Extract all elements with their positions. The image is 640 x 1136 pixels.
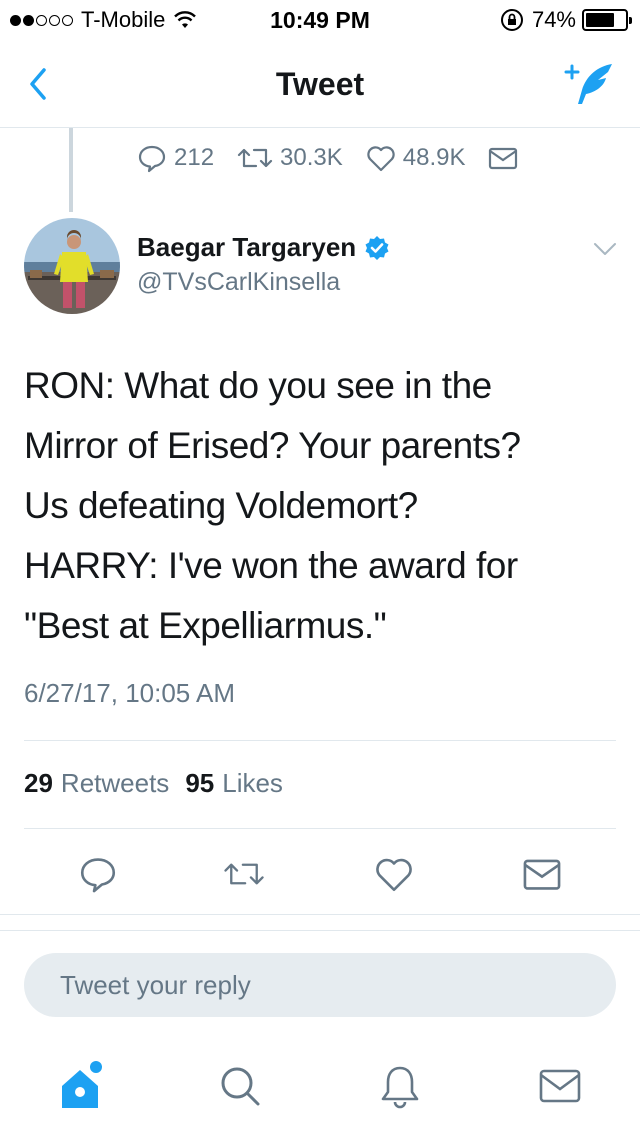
divider — [24, 740, 616, 741]
share-message-button[interactable] — [520, 852, 564, 896]
author-handle[interactable]: @TVsCarlKinsella — [137, 268, 340, 297]
tweet-line: "Best at Expelliarmus." — [24, 605, 387, 646]
tab-bar — [0, 1036, 640, 1136]
likes-count: 95 — [185, 768, 215, 798]
divider — [0, 914, 640, 915]
avatar[interactable] — [24, 218, 120, 314]
compose-tweet-icon — [564, 64, 612, 104]
tab-notifications[interactable] — [372, 1058, 428, 1114]
tweet-text: RON: What do you see in the Mirror of Er… — [24, 356, 620, 656]
parent-tweet-actions: 212 30.3K 48.9K — [136, 140, 547, 176]
envelope-icon — [489, 147, 518, 170]
home-icon — [62, 1061, 102, 1108]
tweet-line: RON: What do you see in the — [24, 365, 492, 406]
search-icon — [221, 1067, 260, 1106]
author-display-name: Baegar Targaryen — [137, 232, 357, 262]
envelope-icon — [539, 1069, 581, 1103]
envelope-icon — [523, 859, 561, 890]
page-title: Tweet — [275, 66, 365, 102]
retweet-button[interactable] — [222, 852, 266, 896]
bell-icon — [381, 1066, 419, 1109]
tweet-line: HARRY: I've won the award for — [24, 545, 518, 586]
heart-icon — [376, 858, 412, 892]
retweet-icon — [237, 148, 273, 168]
like-button[interactable] — [372, 852, 416, 896]
battery-percent: 74% — [531, 7, 576, 32]
reply-icon — [80, 858, 116, 893]
tweet-action-bar — [0, 846, 640, 902]
parent-like-count: 48.9K — [402, 144, 466, 171]
tab-messages[interactable] — [532, 1058, 588, 1114]
parent-retweet-button[interactable]: 30.3K — [236, 142, 343, 174]
tab-search[interactable] — [212, 1058, 268, 1114]
tweet-stats: 29 Retweets 95 Likes — [24, 768, 299, 799]
likes-label: Likes — [222, 768, 283, 798]
reply-input[interactable]: Tweet your reply — [24, 953, 616, 1017]
retweets-count: 29 — [24, 768, 53, 798]
parent-retweet-count: 30.3K — [280, 144, 343, 171]
parent-like-button[interactable]: 48.9K — [365, 142, 466, 174]
tweet-line: Mirror of Erised? Your parents? — [24, 425, 521, 466]
retweets-label: Retweets — [60, 768, 170, 798]
chevron-down-icon — [594, 243, 616, 255]
divider — [24, 828, 616, 829]
thread-connector — [69, 128, 73, 212]
reply-icon — [138, 145, 166, 173]
orientation-lock-icon — [500, 9, 523, 31]
tweet-timestamp: 6/27/17, 10:05 AM — [24, 678, 236, 708]
parent-message-button[interactable] — [487, 142, 525, 174]
compose-tweet-button[interactable] — [562, 60, 618, 108]
heart-icon — [367, 146, 395, 172]
author-name[interactable]: Baegar Targaryen — [137, 232, 390, 263]
avatar-photo — [24, 218, 120, 314]
likes-stat[interactable]: 95 Likes — [185, 768, 283, 799]
retweet-icon — [224, 863, 264, 885]
status-bar: T-Mobile 10:49 PM 74% — [0, 0, 640, 40]
battery-info: 74% — [500, 7, 632, 33]
reply-placeholder: Tweet your reply — [60, 969, 251, 1000]
battery-icon — [582, 9, 632, 31]
parent-reply-button[interactable]: 212 — [136, 142, 214, 174]
divider — [0, 930, 640, 931]
verified-badge-icon — [365, 235, 389, 260]
reply-button[interactable] — [76, 852, 120, 896]
parent-reply-count: 212 — [174, 144, 215, 171]
tweet-line: Us defeating Voldemort? — [24, 485, 418, 526]
nav-bar: Tweet — [0, 40, 640, 128]
tweet-options-button[interactable] — [592, 236, 618, 262]
tab-home[interactable] — [52, 1058, 108, 1114]
retweets-stat[interactable]: 29 Retweets — [24, 768, 169, 799]
